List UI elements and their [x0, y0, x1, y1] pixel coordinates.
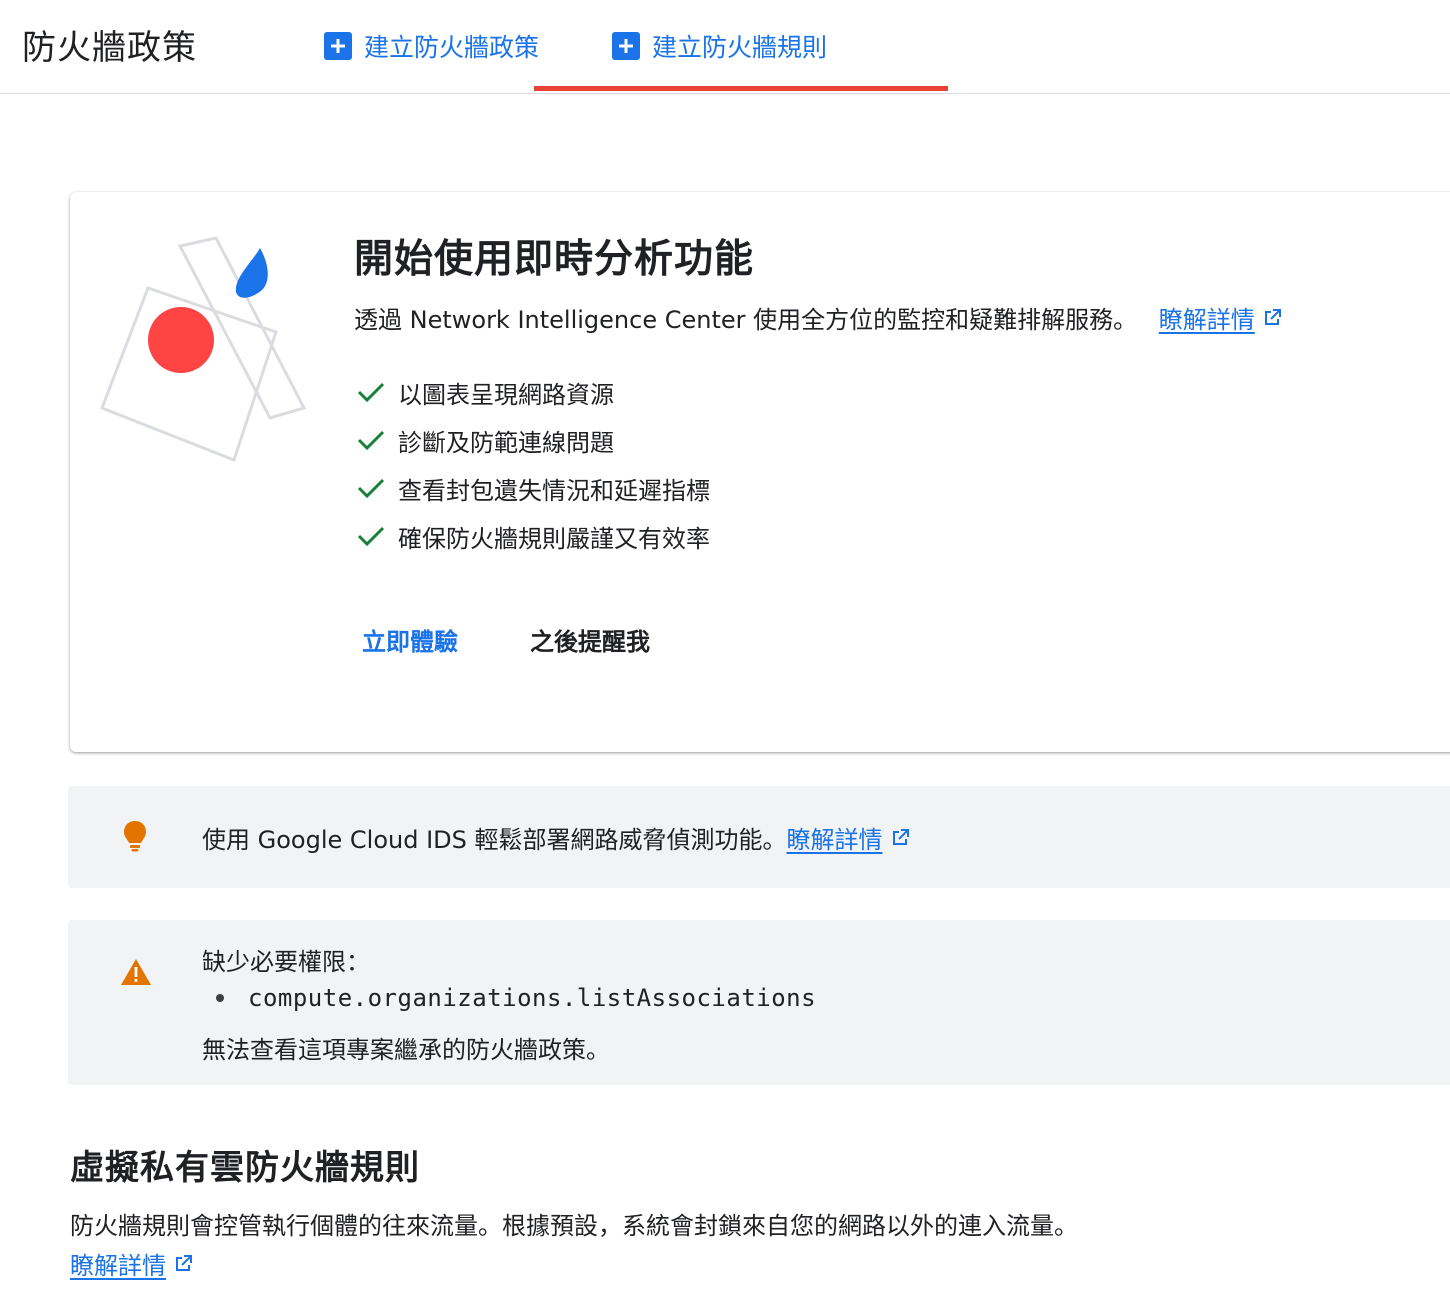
vpc-firewall-rules-heading: 虛擬私有雲防火牆規則 — [70, 1148, 420, 1188]
feature-label: 查看封包遺失情況和延遲指標 — [398, 476, 710, 505]
create-firewall-rule-button[interactable]: 建立防火牆規則 — [612, 26, 827, 66]
network-illustration-icon — [100, 236, 310, 470]
card-description: 透過 Network Intelligence Center 使用全方位的監控和… — [354, 300, 1283, 335]
page-title: 防火牆政策 — [22, 28, 197, 68]
check-icon — [356, 521, 386, 551]
page-header: 防火牆政策 建立防火牆政策 建立防火牆規則 — [0, 0, 1450, 94]
cloud-ids-tip-banner: 使用 Google Cloud IDS 輕鬆部署網路威脅偵測功能。瞭解詳情 — [68, 786, 1450, 888]
missing-permission-item: compute.organizations.listAssociations — [216, 984, 816, 1012]
feature-label: 確保防火牆規則嚴謹又有效率 — [398, 524, 710, 553]
open-in-new-icon — [889, 827, 911, 855]
missing-permissions-banner: 缺少必要權限： compute.organizations.listAssoci… — [68, 920, 1450, 1085]
feature-item: 確保防火牆規則嚴謹又有效率 — [356, 512, 710, 560]
open-in-new-icon — [172, 1247, 194, 1287]
warning-title: 缺少必要權限： — [202, 948, 370, 976]
check-icon — [356, 425, 386, 455]
learn-more-link[interactable]: 瞭解詳情 — [787, 826, 883, 854]
feature-list: 以圖表呈現網路資源 診斷及防範連線問題 查看封包遺失情況和延遲指標 確保防火牆規… — [356, 368, 710, 560]
network-intelligence-promo-card: 開始使用即時分析功能 透過 Network Intelligence Cente… — [70, 192, 1450, 752]
feature-item: 以圖表呈現網路資源 — [356, 368, 710, 416]
tip-message: 使用 Google Cloud IDS 輕鬆部署網路威脅偵測功能。瞭解詳情 — [202, 820, 911, 855]
remind-later-button[interactable]: 之後提醒我 — [530, 622, 650, 657]
check-icon — [356, 377, 386, 407]
vpc-description-text: 防火牆規則會控管執行個體的往來流量。根據預設，系統會封鎖來自您的網路以外的連入流… — [70, 1212, 1078, 1240]
warning-note: 無法查看這項專案繼承的防火牆政策。 — [202, 1036, 610, 1064]
learn-more-link[interactable]: 瞭解詳情 — [1159, 306, 1255, 334]
create-firewall-policy-button[interactable]: 建立防火牆政策 — [324, 26, 539, 66]
warning-icon — [120, 958, 152, 990]
permission-name: compute.organizations.listAssociations — [248, 984, 817, 1012]
add-box-icon — [324, 32, 352, 60]
tip-text: 使用 Google Cloud IDS 輕鬆部署網路威脅偵測功能。 — [202, 826, 787, 854]
feature-label: 診斷及防範連線問題 — [398, 428, 614, 457]
feature-label: 以圖表呈現網路資源 — [398, 380, 614, 409]
try-now-button[interactable]: 立即體驗 — [362, 622, 458, 657]
feature-item: 診斷及防範連線問題 — [356, 416, 710, 464]
open-in-new-icon — [1261, 307, 1283, 335]
learn-more-link[interactable]: 瞭解詳情 — [70, 1252, 166, 1280]
bullet-dot — [216, 994, 224, 1002]
card-description-text: 透過 Network Intelligence Center 使用全方位的監控和… — [354, 306, 1138, 334]
create-firewall-rule-label: 建立防火牆規則 — [652, 33, 828, 62]
add-box-icon — [612, 32, 640, 60]
vpc-firewall-rules-description: 防火牆規則會控管執行個體的往來流量。根據預設，系統會封鎖來自您的網路以外的連入流… — [70, 1206, 1100, 1287]
create-firewall-policy-label: 建立防火牆政策 — [364, 33, 540, 62]
card-title: 開始使用即時分析功能 — [354, 237, 755, 282]
feature-item: 查看封包遺失情況和延遲指標 — [356, 464, 710, 512]
check-icon — [356, 473, 386, 503]
lightbulb-icon — [122, 820, 148, 856]
active-tab-indicator — [534, 86, 948, 91]
